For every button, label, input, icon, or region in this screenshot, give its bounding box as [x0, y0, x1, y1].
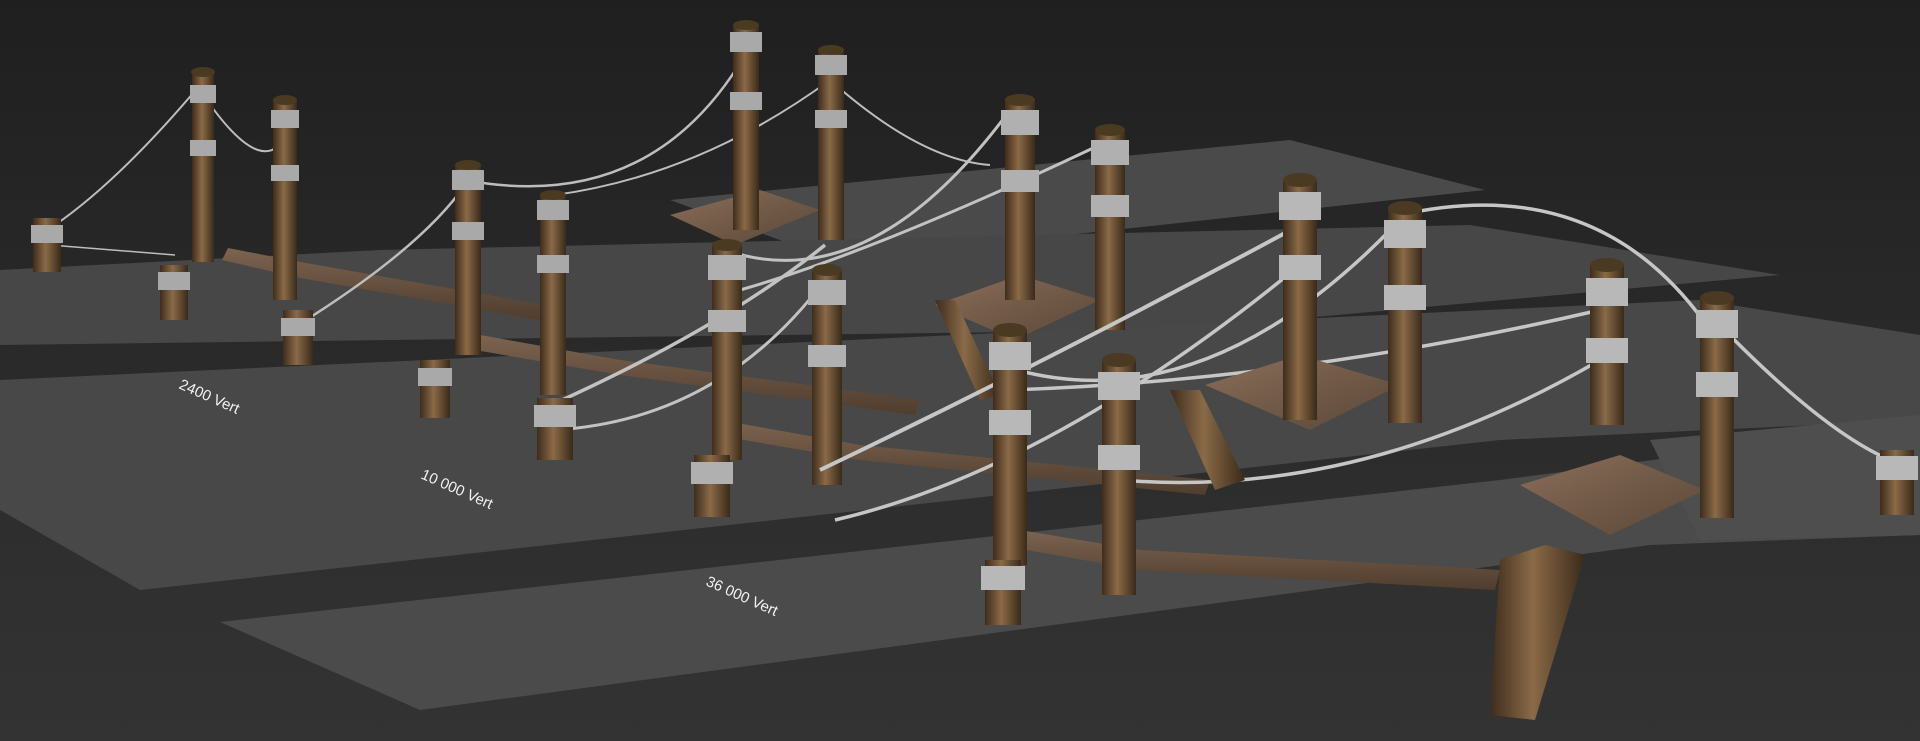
3d-viewport: 2400 Vert 10 000 Vert 36 000 Vert	[0, 0, 1920, 741]
scene-render: 2400 Vert 10 000 Vert 36 000 Vert	[0, 20, 1920, 720]
